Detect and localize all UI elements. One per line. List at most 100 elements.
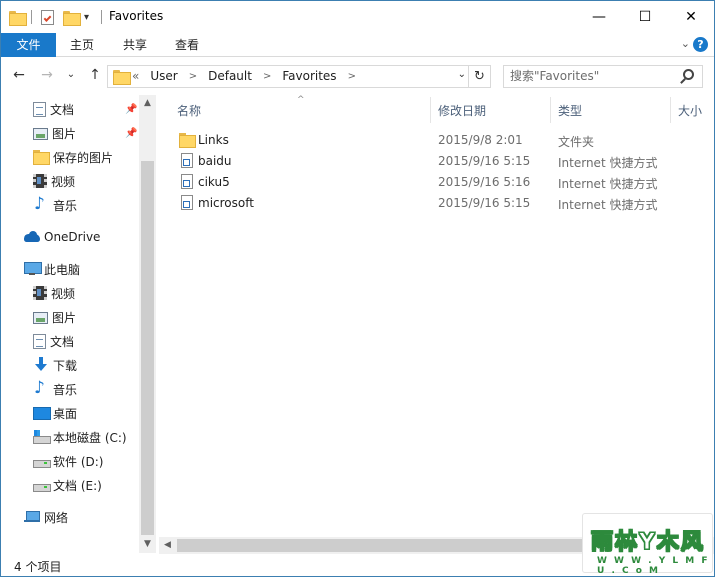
file-name: ciku5 (198, 175, 230, 189)
onedrive-icon (24, 229, 40, 245)
tab-view[interactable]: 查看 (163, 33, 211, 57)
music-icon (33, 378, 49, 398)
file-date: 2015/9/8 2:01 (438, 133, 523, 147)
network-icon (24, 509, 40, 525)
desktop-icon (33, 405, 51, 421)
sidebar-item-label: 此电脑 (44, 262, 81, 277)
sidebar-item-videos-quick[interactable]: 视频 (33, 170, 139, 192)
music-icon (33, 194, 49, 214)
sidebar-item-label: 视频 (51, 286, 76, 301)
column-header-date[interactable]: 修改日期 (438, 102, 486, 120)
recent-locations-button[interactable]: ⌄ (61, 69, 81, 80)
column-header-name[interactable]: 名称 (177, 102, 201, 120)
sidebar-item-desktop[interactable]: 桌面 (33, 402, 139, 424)
table-row[interactable]: microsoft 2015/9/16 5:15 Internet 快捷方式 (177, 193, 707, 214)
system-drive-icon (33, 429, 51, 445)
up-button[interactable]: ↑ (85, 67, 105, 83)
address-history-dropdown[interactable]: ⌄ (458, 69, 466, 80)
sidebar-item-documents[interactable]: 文档 (33, 330, 139, 352)
search-input[interactable] (510, 69, 678, 83)
pictures-icon (33, 128, 48, 140)
tab-file[interactable]: 文件 (1, 33, 56, 57)
customize-quick-access-button[interactable]: ▾ (84, 8, 89, 26)
column-header-type[interactable]: 类型 (558, 102, 582, 120)
tab-home[interactable]: 主页 (58, 33, 106, 57)
navigation-pane-scrollbar[interactable]: ▲ ▼ (139, 95, 156, 553)
sidebar-item-label: 下载 (53, 358, 78, 373)
watermark-logo: 雨林Y木风 W W W . Y L M F U . C o M (582, 513, 713, 576)
sidebar-item-pictures[interactable]: 图片 (33, 306, 139, 328)
sidebar-item-label: 软件 (D:) (53, 454, 104, 469)
scrollbar-thumb[interactable] (177, 539, 597, 552)
sidebar-item-saved-pictures[interactable]: 保存的图片 (33, 146, 139, 168)
scrollbar-thumb[interactable] (141, 161, 154, 535)
pictures-icon (33, 312, 48, 324)
tab-share[interactable]: 共享 (111, 33, 159, 57)
sidebar-item-drive-c[interactable]: 本地磁盘 (C:) (33, 426, 139, 448)
scroll-left-arrow-icon[interactable]: ◀ (159, 537, 176, 554)
new-folder-icon[interactable] (63, 8, 81, 26)
sidebar-item-onedrive[interactable]: OneDrive (24, 226, 139, 248)
sidebar-item-network[interactable]: 网络 (24, 506, 139, 528)
drive-icon (33, 477, 51, 493)
sidebar-item-downloads[interactable]: 下载 (33, 354, 139, 376)
sidebar-item-videos[interactable]: 视频 (33, 282, 139, 304)
column-divider[interactable] (430, 97, 431, 123)
sidebar-item-label: 音乐 (53, 198, 78, 213)
breadcrumb-user[interactable]: User (150, 69, 177, 83)
breadcrumb-default[interactable]: Default (208, 69, 252, 83)
folder-icon (179, 132, 196, 148)
properties-icon[interactable] (41, 8, 54, 26)
sidebar-item-label: 文档 (50, 334, 75, 349)
quick-access-divider (31, 10, 32, 24)
address-folder-icon (113, 70, 131, 85)
sidebar-item-label: 文档 (E:) (53, 478, 102, 493)
explorer-window: ▾ Favorites — ☐ ✕ 文件 主页 共享 查看 ⌄ ? ← → ⌄ … (0, 0, 715, 577)
sidebar-item-drive-d[interactable]: 软件 (D:) (33, 450, 139, 472)
breadcrumb-separator-icon[interactable]: > (189, 71, 197, 82)
help-icon[interactable]: ? (693, 37, 708, 52)
watermark-url: W W W . Y L M F U . C o M (597, 556, 710, 576)
expand-ribbon-button[interactable]: ⌄ (681, 37, 690, 50)
breadcrumb-separator-icon[interactable]: > (348, 71, 356, 82)
computer-icon (24, 261, 42, 277)
sidebar-item-label: 文档 (50, 102, 75, 117)
breadcrumb-overflow[interactable]: « (132, 69, 139, 83)
sidebar-item-label: 本地磁盘 (C:) (53, 430, 127, 445)
title-divider (101, 10, 102, 24)
sidebar-item-drive-e[interactable]: 文档 (E:) (33, 474, 139, 496)
table-row[interactable]: ciku5 2015/9/16 5:16 Internet 快捷方式 (177, 172, 707, 193)
maximize-button[interactable]: ☐ (622, 1, 668, 32)
breadcrumb-favorites[interactable]: Favorites (282, 69, 336, 83)
search-icon[interactable] (683, 69, 694, 80)
sidebar-item-label: 保存的图片 (53, 150, 114, 165)
scroll-up-arrow-icon[interactable]: ▲ (139, 95, 156, 112)
sidebar-item-label: 视频 (51, 174, 76, 189)
back-button[interactable]: ← (9, 67, 29, 83)
search-box[interactable] (503, 65, 703, 88)
table-row[interactable]: Links 2015/9/8 2:01 文件夹 (177, 130, 707, 151)
window-folder-icon (9, 8, 27, 26)
sidebar-item-music-quick[interactable]: 音乐 (33, 194, 139, 216)
file-name: Links (198, 133, 229, 147)
sidebar-item-music[interactable]: 音乐 (33, 378, 139, 400)
window-title: Favorites (109, 9, 164, 23)
table-row[interactable]: baidu 2015/9/16 5:15 Internet 快捷方式 (177, 151, 707, 172)
sidebar-item-this-pc[interactable]: 此电脑 (24, 258, 139, 280)
file-type: Internet 快捷方式 (558, 156, 658, 170)
address-bar[interactable]: « User > Default > Favorites > ⌄ ↻ (107, 65, 491, 88)
sidebar-item-label: 音乐 (53, 382, 78, 397)
forward-button[interactable]: → (37, 67, 57, 83)
minimize-button[interactable]: — (576, 1, 622, 32)
close-button[interactable]: ✕ (668, 1, 714, 32)
file-list: ^ 名称 修改日期 类型 大小 Links 2015/9/8 2:01 文件夹 … (159, 95, 714, 537)
scroll-down-arrow-icon[interactable]: ▼ (139, 536, 156, 553)
column-divider[interactable] (670, 97, 671, 123)
video-icon (33, 286, 47, 300)
breadcrumb-separator-icon[interactable]: > (263, 71, 271, 82)
file-type: Internet 快捷方式 (558, 177, 658, 191)
column-divider[interactable] (550, 97, 551, 123)
sidebar-item-label: OneDrive (44, 230, 101, 244)
refresh-button[interactable]: ↻ (468, 66, 490, 87)
column-header-size[interactable]: 大小 (678, 102, 702, 120)
